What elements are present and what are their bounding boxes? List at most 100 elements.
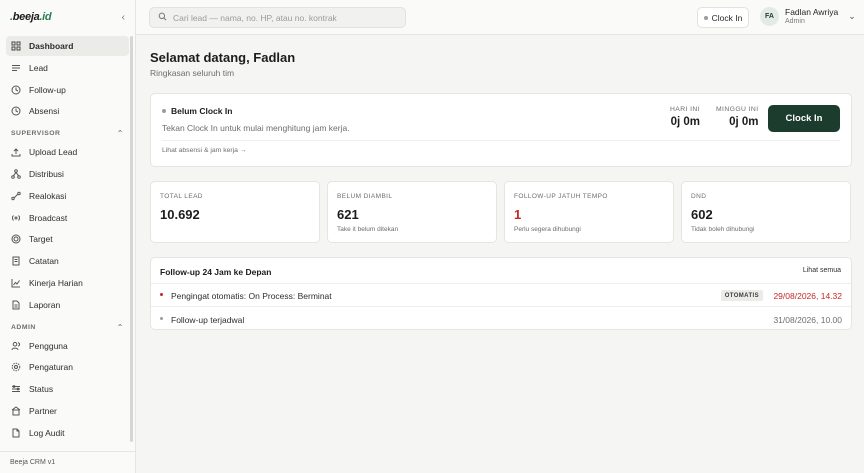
sidebar-item-partner[interactable]: Partner: [6, 401, 129, 421]
chevron-up-icon: ⌃: [116, 129, 124, 139]
report-icon: [11, 300, 21, 310]
followup-time: 29/08/2026, 14.32: [773, 291, 842, 301]
metric-value: 602: [691, 207, 713, 222]
sidebar-item-upload-lead[interactable]: Upload Lead: [6, 142, 129, 162]
followup-text: Follow-up terjadwal: [171, 315, 245, 325]
week-value: 0j 0m: [729, 116, 759, 128]
sidebar-item-catatan[interactable]: Catatan: [6, 251, 129, 271]
sidebar-item-follow-up[interactable]: Follow-up: [6, 80, 129, 100]
sidebar-item-kinerja-harian[interactable]: Kinerja Harian: [6, 273, 129, 293]
sidebar-item-label: Laporan: [29, 299, 61, 310]
metric-value: 10.692: [160, 207, 200, 222]
today-hours: HARI INI 0j 0m: [670, 106, 700, 128]
sidebar-item-label: Pengaturan: [29, 362, 73, 373]
sidebar-item-label: Upload Lead: [29, 147, 78, 158]
collapse-sidebar-icon[interactable]: ‹: [122, 12, 125, 23]
list-item[interactable]: Pengingat otomatis: On Process: Berminat…: [151, 284, 851, 307]
sidebar-item-broadcast[interactable]: Broadcast: [6, 208, 129, 228]
sidebar-item-label: Status: [29, 384, 54, 395]
list-item[interactable]: Follow-up terjadwal 31/08/2026, 10.00: [151, 308, 851, 331]
section-supervisor[interactable]: SUPERVISOR ⌃: [6, 123, 129, 142]
chart-icon: [11, 278, 21, 288]
metric-value: 1: [514, 207, 522, 222]
page-subtitle: Ringkasan seluruh tim: [150, 68, 235, 78]
search-input[interactable]: [173, 12, 397, 23]
sidebar-item-distribusi[interactable]: Distribusi: [6, 164, 129, 184]
sidebar-item-absensi[interactable]: Absensi: [6, 101, 129, 121]
chevron-up-icon: ⌃: [116, 322, 124, 332]
followup-text: Pengingat otomatis: On Process: Berminat: [171, 291, 332, 301]
sidebar-item-pengguna[interactable]: Pengguna: [6, 336, 129, 356]
clock-in-status-label: Clock In: [711, 12, 743, 23]
sidebar-item-label: Pengguna: [29, 340, 68, 351]
sidebar-item-pengaturan[interactable]: Pengaturan: [6, 357, 129, 377]
broadcast-icon: [11, 213, 21, 223]
divider: [162, 140, 840, 141]
sidebar-item-lead[interactable]: Lead: [6, 58, 129, 78]
metric-label: FOLLOW-UP JATUH TEMPO: [514, 193, 608, 200]
metric-desc: Tidak boleh dihubungi: [691, 226, 755, 233]
sidebar-item-label: Realokasi: [29, 190, 67, 201]
metric-label: DND: [691, 193, 707, 200]
sidebar-item-label: Distribusi: [29, 168, 64, 179]
sidebar-item-label: Kinerja Harian: [29, 277, 83, 288]
sidebar-item-status[interactable]: Status: [6, 379, 129, 399]
urgent-dot: [160, 293, 163, 296]
app-version: Beeja CRM v1: [0, 451, 136, 473]
sidebar-scrollbar[interactable]: [130, 36, 133, 442]
page-title: Selamat datang, Fadlan: [150, 50, 296, 65]
user-name: Fadlan Awriya: [785, 7, 839, 17]
sidebar-item-target[interactable]: Target: [6, 229, 129, 249]
clock-in-card: Belum Clock In Tekan Clock In untuk mula…: [150, 93, 852, 167]
followup-card: Follow-up 24 Jam ke Depan Lihat semua Pe…: [150, 257, 852, 330]
user-menu[interactable]: FA Fadlan Awriya Admin ⌄: [760, 7, 856, 26]
building-icon: [11, 406, 21, 416]
search-icon: [158, 12, 167, 23]
search-box[interactable]: [149, 7, 406, 28]
sidebar-item-dashboard[interactable]: Dashboard: [6, 36, 129, 56]
metric-dnd[interactable]: DND 602 Tidak boleh dihubungi: [681, 181, 851, 243]
followup-time: 31/08/2026, 10.00: [773, 315, 842, 325]
status-dot: [160, 317, 163, 320]
metric-follow-up-due[interactable]: FOLLOW-UP JATUH TEMPO 1 Perlu segera dih…: [504, 181, 674, 243]
metric-value: 621: [337, 207, 359, 222]
file-icon: [11, 428, 21, 438]
section-label: ADMIN: [11, 323, 36, 331]
grid-icon: [11, 41, 21, 51]
target-icon: [11, 234, 21, 244]
week-hours: MINGGU INI 0j 0m: [716, 106, 759, 128]
see-all-link[interactable]: Lihat semua: [803, 267, 841, 274]
metric-belum-diambil[interactable]: BELUM DIAMBIL 621 Take it belum ditekan: [327, 181, 497, 243]
clock-status-title: Belum Clock In: [162, 106, 232, 116]
clock-in-status-button[interactable]: Clock In: [697, 7, 749, 28]
logo[interactable]: .beeja.id: [10, 11, 52, 23]
sidebar-item-label: Follow-up: [29, 84, 66, 95]
clock-icon: [11, 85, 21, 95]
week-label: MINGGU INI: [716, 106, 759, 113]
sidebar: .beeja.id ‹ Dashboard Lead Follow-up Abs…: [0, 0, 136, 473]
sidebar-item-realokasi[interactable]: Realokasi: [6, 186, 129, 206]
share-icon: [11, 169, 21, 179]
clock-in-button[interactable]: Clock In: [768, 105, 840, 132]
metric-desc: Take it belum ditekan: [337, 226, 399, 233]
sidebar-header: .beeja.id ‹: [0, 0, 135, 34]
today-label: HARI INI: [670, 106, 701, 113]
sidebar-item-label: Absensi: [29, 106, 60, 117]
sliders-icon: [11, 384, 21, 394]
sidebar-item-log-audit[interactable]: Log Audit: [6, 423, 129, 443]
sidebar-item-label: Dashboard: [29, 41, 74, 51]
sidebar-item-laporan[interactable]: Laporan: [6, 295, 129, 315]
sidebar-item-label: Log Audit: [29, 427, 65, 438]
list-icon: [11, 63, 21, 73]
status-dot: [703, 15, 708, 20]
auto-badge: OTOMATIS: [720, 290, 763, 301]
metric-desc: Perlu segera dihubungi: [514, 226, 581, 233]
metric-total-lead[interactable]: TOTAL LEAD 10.692: [150, 181, 320, 243]
note-icon: [11, 256, 21, 266]
attendance-link[interactable]: Lihat absensi & jam kerja →: [162, 147, 247, 154]
sidebar-item-label: Broadcast: [29, 212, 68, 223]
chevron-down-icon: ⌄: [848, 11, 856, 21]
users-icon: [11, 341, 21, 351]
metric-label: BELUM DIAMBIL: [337, 193, 393, 200]
section-admin[interactable]: ADMIN ⌃: [6, 317, 129, 336]
